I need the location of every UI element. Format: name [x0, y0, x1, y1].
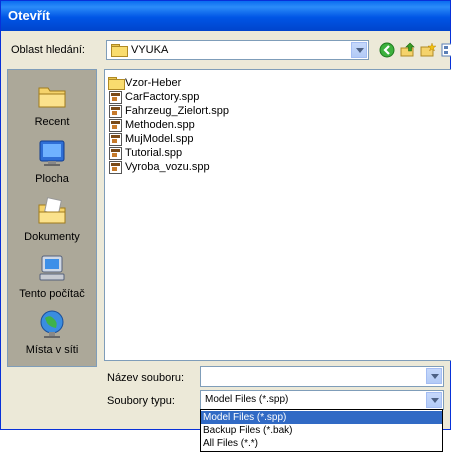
- file-list[interactable]: Vzor-Heber CarFactory.spp Fahrzeug_Zielo…: [104, 69, 451, 361]
- file-name: CarFactory.spp: [125, 91, 200, 103]
- spp-file-icon: [108, 118, 122, 132]
- place-documents[interactable]: Dokumenty: [8, 195, 96, 243]
- places-bar: Recent Plocha Dokumenty Tento počítač Mí…: [7, 69, 97, 367]
- filetype-dropdown-button[interactable]: [426, 392, 442, 408]
- place-network[interactable]: Místa v síti: [8, 308, 96, 356]
- filename-dropdown-button[interactable]: [426, 368, 442, 384]
- spp-file-icon: [108, 160, 122, 174]
- network-icon: [36, 308, 68, 340]
- title-bar[interactable]: Otevřít: [1, 1, 450, 31]
- recent-folder-icon: [36, 80, 68, 112]
- place-desktop[interactable]: Plocha: [8, 137, 96, 185]
- back-icon[interactable]: [379, 42, 395, 58]
- filetype-dropdown-list[interactable]: Model Files (*.spp) Backup Files (*.bak)…: [200, 409, 443, 452]
- file-name: Methoden.spp: [125, 119, 195, 131]
- window-title: Otevřít: [8, 8, 50, 23]
- place-label: Tento počítač: [19, 288, 85, 300]
- file-name: Fahrzeug_Zielort.spp: [125, 105, 229, 117]
- look-in-value: VYUKA: [131, 44, 169, 56]
- filetype-option[interactable]: Model Files (*.spp): [201, 411, 442, 424]
- file-name: MujModel.spp: [125, 133, 194, 145]
- spp-file-icon: [108, 104, 122, 118]
- desktop-icon: [36, 137, 68, 169]
- up-folder-icon[interactable]: [400, 42, 416, 58]
- place-label: Recent: [34, 116, 70, 128]
- spp-file-icon: [108, 146, 122, 160]
- place-label: Místa v síti: [25, 344, 79, 356]
- filetype-combo[interactable]: Model Files (*.spp): [200, 390, 444, 410]
- filetype-label: Soubory typu:: [107, 395, 175, 407]
- folder-icon: [108, 76, 125, 90]
- filename-label: Název souboru:: [107, 372, 185, 384]
- file-name: Tutorial.spp: [125, 147, 183, 159]
- filetype-option[interactable]: Backup Files (*.bak): [201, 424, 442, 437]
- computer-icon: [36, 252, 68, 284]
- place-label: Dokumenty: [24, 231, 80, 243]
- filetype-value: Model Files (*.spp): [205, 394, 289, 405]
- spp-file-icon: [108, 132, 122, 146]
- place-my-computer[interactable]: Tento počítač: [8, 252, 96, 300]
- look-in-combo[interactable]: VYUKA: [106, 40, 369, 60]
- file-name: Vyroba_vozu.spp: [125, 161, 210, 173]
- file-name: Vzor-Heber: [125, 77, 182, 89]
- place-recent[interactable]: Recent: [8, 80, 96, 128]
- filetype-option[interactable]: All Files (*.*): [201, 437, 442, 450]
- spp-file-icon: [108, 90, 122, 104]
- look-in-label: Oblast hledání:: [11, 44, 85, 56]
- open-dialog: Otevřít Oblast hledání: VYUKA Recent Plo…: [0, 0, 451, 430]
- place-label: Plocha: [35, 173, 69, 185]
- filename-combo[interactable]: [200, 366, 444, 387]
- look-in-dropdown-button[interactable]: [351, 42, 367, 58]
- folder-icon: [111, 44, 128, 57]
- documents-folder-icon: [36, 195, 68, 227]
- view-menu-icon[interactable]: [441, 42, 451, 58]
- new-folder-icon[interactable]: [420, 42, 437, 58]
